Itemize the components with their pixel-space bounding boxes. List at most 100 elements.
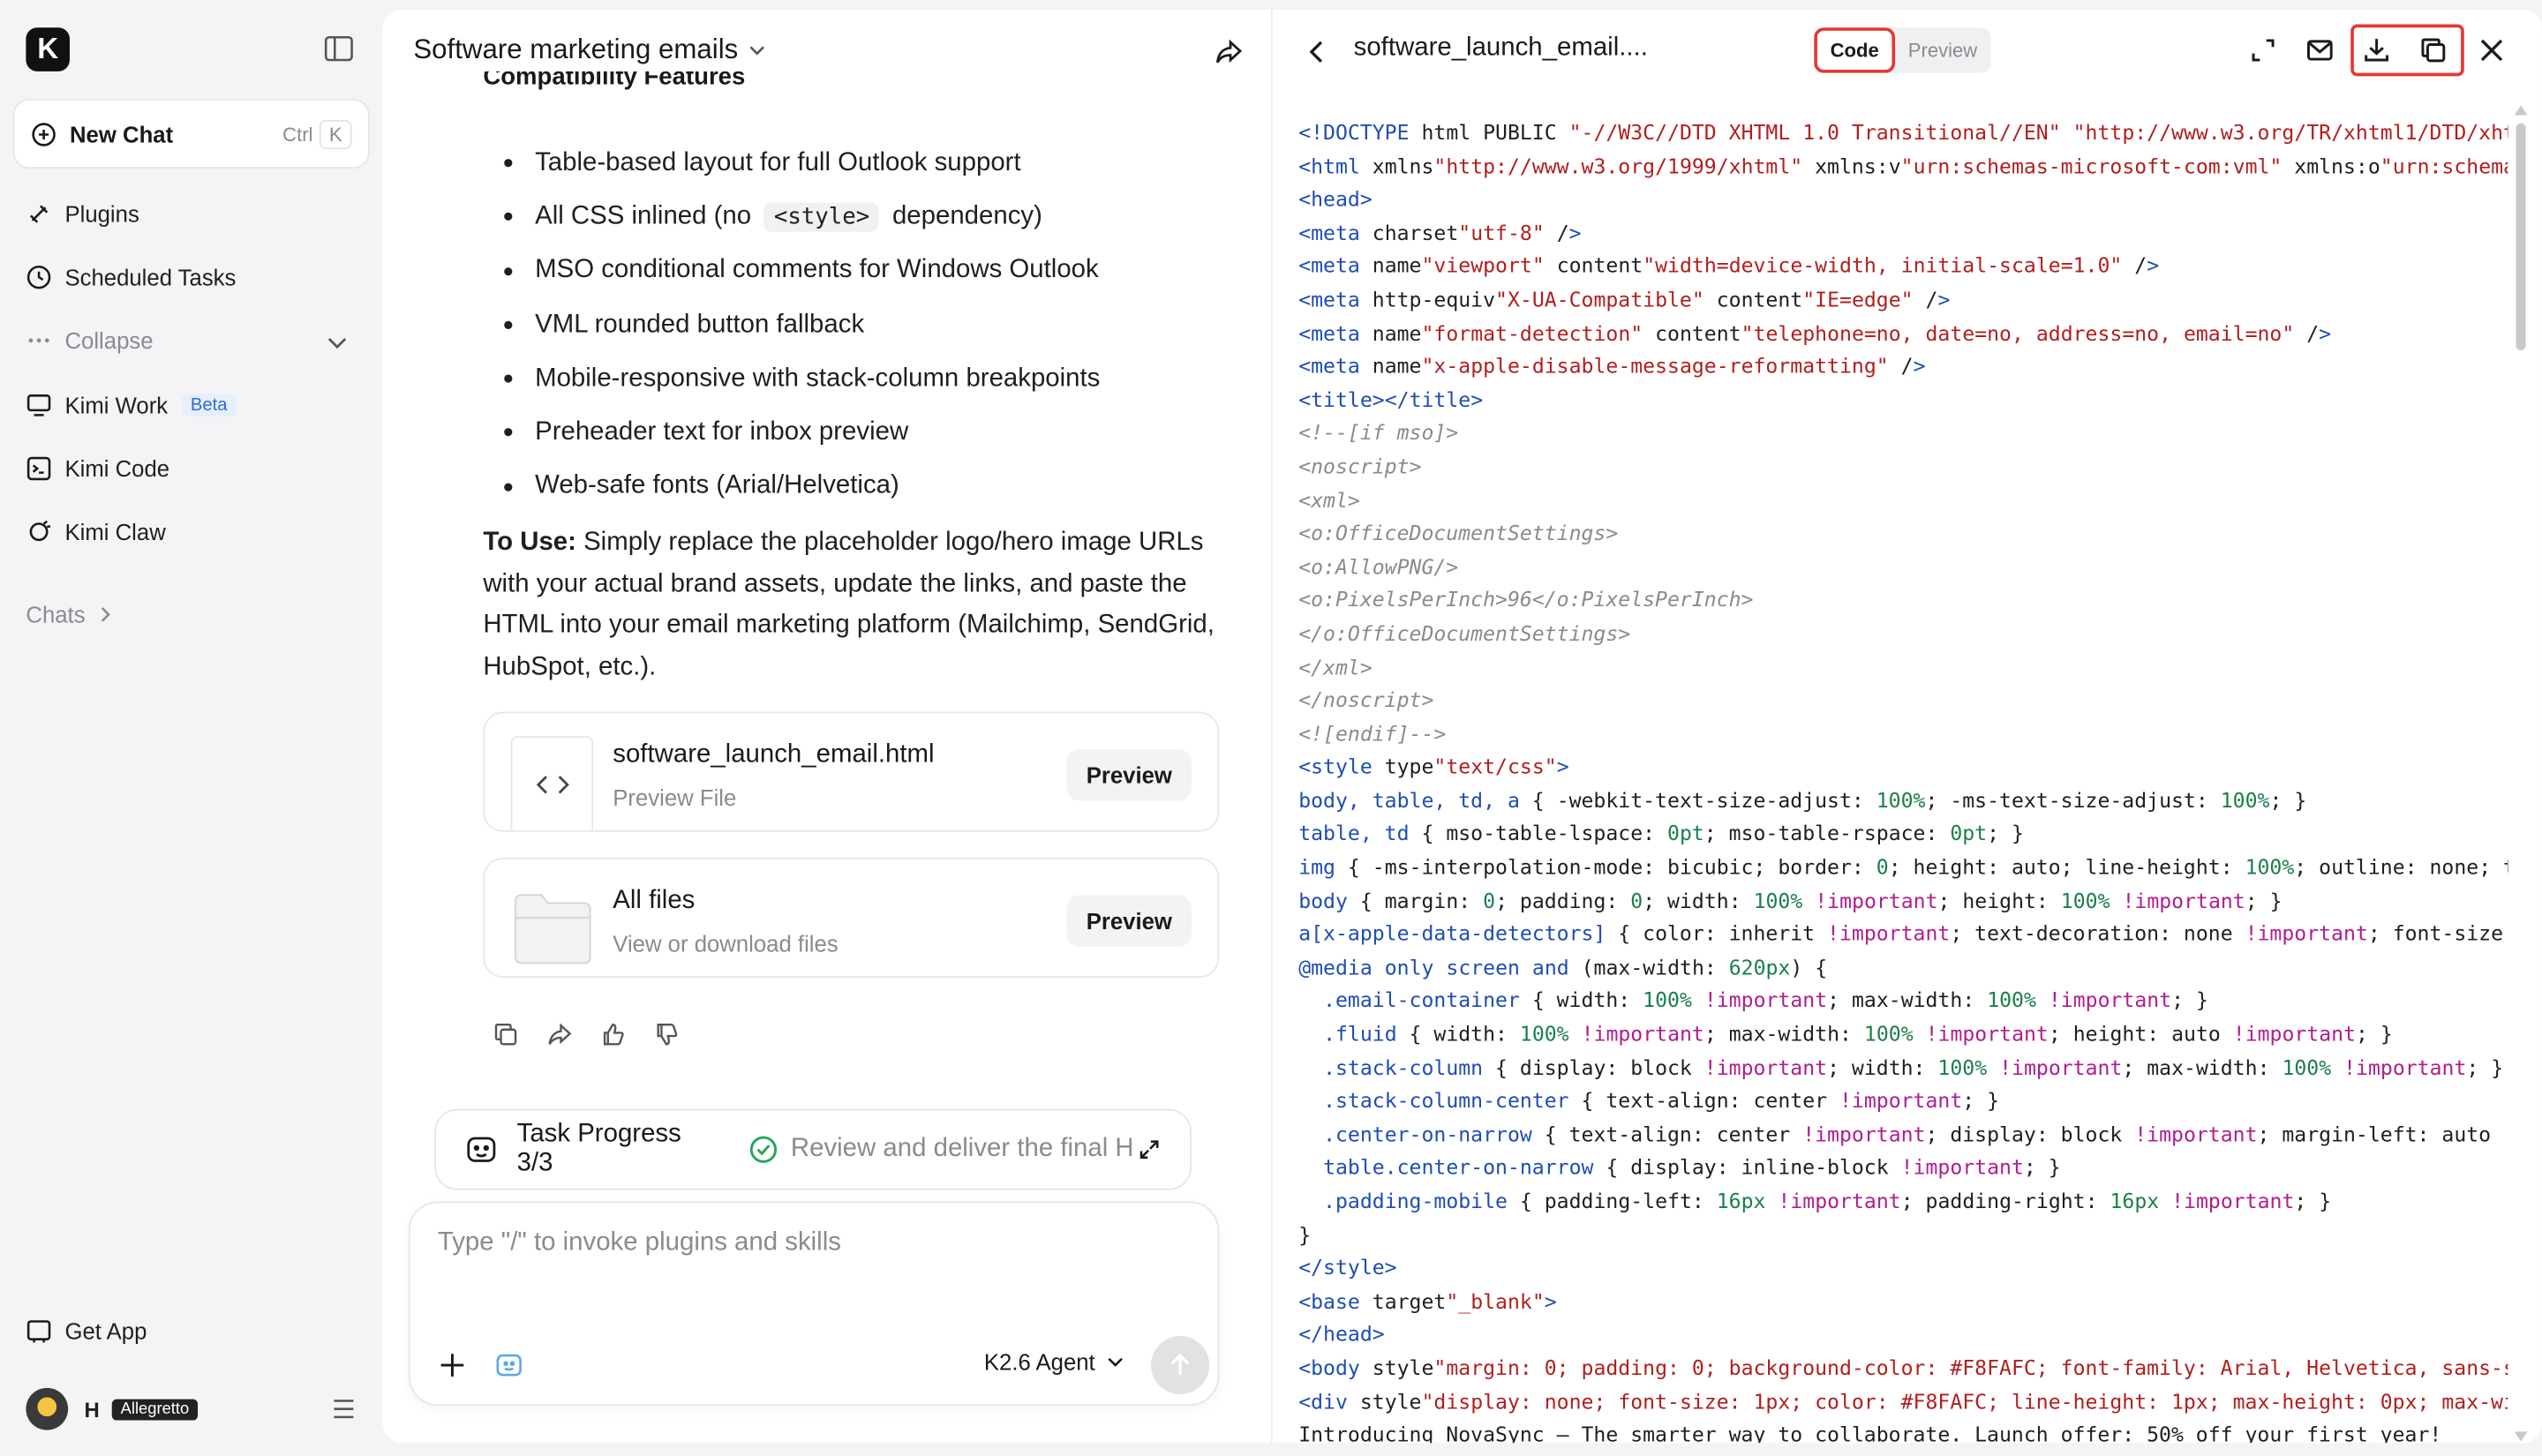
copy-icon[interactable]	[493, 1022, 518, 1047]
download-icon[interactable]	[2362, 35, 2391, 64]
code-line: </head>	[1298, 1322, 1385, 1347]
sidebar-item-label: Collapse	[64, 327, 154, 354]
sidebar-item-collapse[interactable]: Collapse	[26, 323, 154, 358]
code-line: table.center-on-narrow { display: inline…	[1323, 1154, 2061, 1180]
view-tabs: Code Preview	[1814, 27, 1990, 73]
sidebar-item-label: Plugins	[64, 200, 139, 228]
chevron-down-icon	[1107, 1357, 1123, 1367]
list-item-text: Table-based layout for full Outlook supp…	[535, 148, 1021, 176]
shortcut-ctrl: Ctrl	[282, 122, 313, 146]
code-file-icon	[510, 736, 594, 830]
code-line: }	[1298, 1221, 1312, 1247]
code-line: </o:OfficeDocumentSettings>	[1298, 620, 1631, 646]
chat-title-dropdown[interactable]: Software marketing emails	[413, 34, 767, 67]
new-chat-label: New Chat	[69, 120, 174, 147]
code-line: <o:OfficeDocumentSettings>	[1298, 521, 1619, 545]
copy-icon[interactable]	[2418, 35, 2448, 64]
list-item-text: Preheader text for inbox preview	[535, 418, 909, 447]
code-line: <title></title>	[1298, 387, 1484, 412]
menu-icon[interactable]	[331, 1398, 357, 1421]
thumbs-down-icon[interactable]	[653, 1022, 679, 1047]
list-item-text: dependency)	[891, 202, 1042, 230]
sidebar-item-kimi-claw[interactable]: Kimi Claw	[26, 514, 166, 549]
code-line: .fluid { width: 100% !important; max-wid…	[1323, 1021, 2393, 1047]
tab-preview[interactable]: Preview	[1895, 27, 1990, 72]
code-line: <base target"_blank">	[1298, 1288, 1557, 1313]
file-card-all-files[interactable]: All files View or download files Preview	[483, 857, 1220, 978]
file-title: software_launch_email....	[1353, 34, 1648, 62]
code-line: <meta name"viewport" content"width=devic…	[1298, 253, 2160, 278]
section-heading: Compatibility Features	[483, 71, 746, 91]
code-line: img { -ms-interpolation-mode: bicubic; b…	[1298, 854, 2508, 879]
sidebar-item-plugins[interactable]: Plugins	[26, 196, 139, 231]
chevron-down-icon[interactable]	[324, 329, 350, 355]
close-icon[interactable]	[2477, 35, 2506, 64]
list-item-text: VML rounded button fallback	[535, 310, 865, 339]
sidebar-toggle-icon[interactable]	[324, 35, 353, 62]
code-line: <meta name"x-apple-disable-message-refor…	[1298, 353, 1926, 379]
new-chat-button[interactable]: New Chat Ctrl K	[12, 99, 370, 169]
code-line: <head>	[1298, 186, 1373, 212]
mail-icon[interactable]	[2305, 35, 2335, 64]
task-progress-bar[interactable]: Task Progress 3/3 Review and deliver the…	[434, 1108, 1192, 1190]
share-icon[interactable]	[1215, 37, 1244, 66]
skill-icon[interactable]	[494, 1351, 523, 1380]
list-item-text: All CSS inlined (no	[535, 202, 752, 230]
preview-button[interactable]: Preview	[1066, 748, 1192, 801]
chats-section-toggle[interactable]: Chats	[26, 602, 114, 627]
share-icon[interactable]	[546, 1022, 572, 1047]
code-line: <meta name"format-detection" content"tel…	[1298, 320, 2332, 345]
code-line: @media only screen and (max-width: 620px…	[1298, 954, 1828, 979]
preview-button[interactable]: Preview	[1066, 895, 1192, 948]
code-line: .stack-column-center { text-align: cente…	[1323, 1088, 2000, 1113]
code-line: .padding-mobile { padding-left: 16px !im…	[1323, 1188, 2332, 1213]
download-app-icon	[26, 1320, 51, 1343]
back-icon[interactable]	[1305, 39, 1328, 64]
user-profile[interactable]: H Allegretto	[26, 1387, 357, 1430]
get-app-button[interactable]: Get App	[26, 1313, 147, 1348]
beta-badge: Beta	[180, 394, 237, 417]
terminal-icon	[26, 456, 51, 481]
usage-label: To Use:	[483, 528, 576, 557]
file-card-html[interactable]: software_launch_email.html Preview File …	[483, 711, 1220, 832]
plan-badge: Allegretto	[112, 1398, 198, 1420]
thumbs-up-icon[interactable]	[600, 1022, 626, 1047]
kimi-logo[interactable]: K	[26, 27, 70, 71]
scroll-down-icon[interactable]	[2513, 1430, 2529, 1444]
monitor-icon	[26, 394, 51, 417]
code-line: </xml>	[1298, 654, 1373, 679]
inline-code: <style>	[763, 202, 880, 232]
plus-icon[interactable]	[438, 1351, 467, 1380]
sidebar-item-kimi-code[interactable]: Kimi Code	[26, 451, 169, 486]
list-item: Mobile-responsive with stack-column brea…	[483, 352, 1100, 406]
code-line: <style type"text/css">	[1298, 754, 1569, 779]
tab-code[interactable]: Code	[1814, 27, 1896, 73]
folder-icon	[510, 882, 594, 977]
sidebar-item-label: Kimi Claw	[64, 518, 166, 545]
scroll-up-icon[interactable]	[2513, 104, 2529, 117]
expand-icon[interactable]	[1139, 1138, 1162, 1161]
list-item: MSO conditional comments for Windows Out…	[483, 244, 1100, 298]
list-item-text: Web-safe fonts (Arial/Helvetica)	[535, 472, 899, 500]
code-viewer[interactable]: <!DOCTYPE html PUBLIC "-//W3C//DTD XHTML…	[1298, 116, 2508, 1443]
fullscreen-icon[interactable]	[2249, 35, 2278, 64]
user-initial: H	[84, 1396, 100, 1422]
sidebar-item-kimi-work[interactable]: Kimi Work Beta	[26, 387, 237, 423]
code-line: .center-on-narrow { text-align: center !…	[1323, 1122, 2508, 1146]
scroll-thumb[interactable]	[2516, 123, 2526, 350]
claw-icon	[29, 520, 51, 542]
message-input[interactable]	[437, 1226, 1184, 1262]
task-status-text: Review and deliver the final HTML email	[790, 1135, 1132, 1163]
send-button[interactable]	[1151, 1336, 1210, 1395]
task-progress-label: Task Progress 3/3	[516, 1120, 681, 1177]
code-line: a[x-apple-data-detectors] { color: inher…	[1298, 921, 2508, 946]
code-line: <div style"display: none; font-size: 1px…	[1298, 1388, 2508, 1414]
sidebar-item-scheduled-tasks[interactable]: Scheduled Tasks	[26, 259, 236, 295]
dots-icon	[28, 338, 49, 343]
code-line: <!--[if mso]>	[1298, 420, 1459, 446]
scrollbar[interactable]	[2513, 104, 2529, 1444]
file-name: software_launch_email.html	[613, 740, 935, 769]
model-selector[interactable]: K2.6 Agent	[984, 1349, 1124, 1375]
avatar[interactable]	[26, 1387, 69, 1430]
message-composer: K2.6 Agent	[408, 1201, 1220, 1407]
